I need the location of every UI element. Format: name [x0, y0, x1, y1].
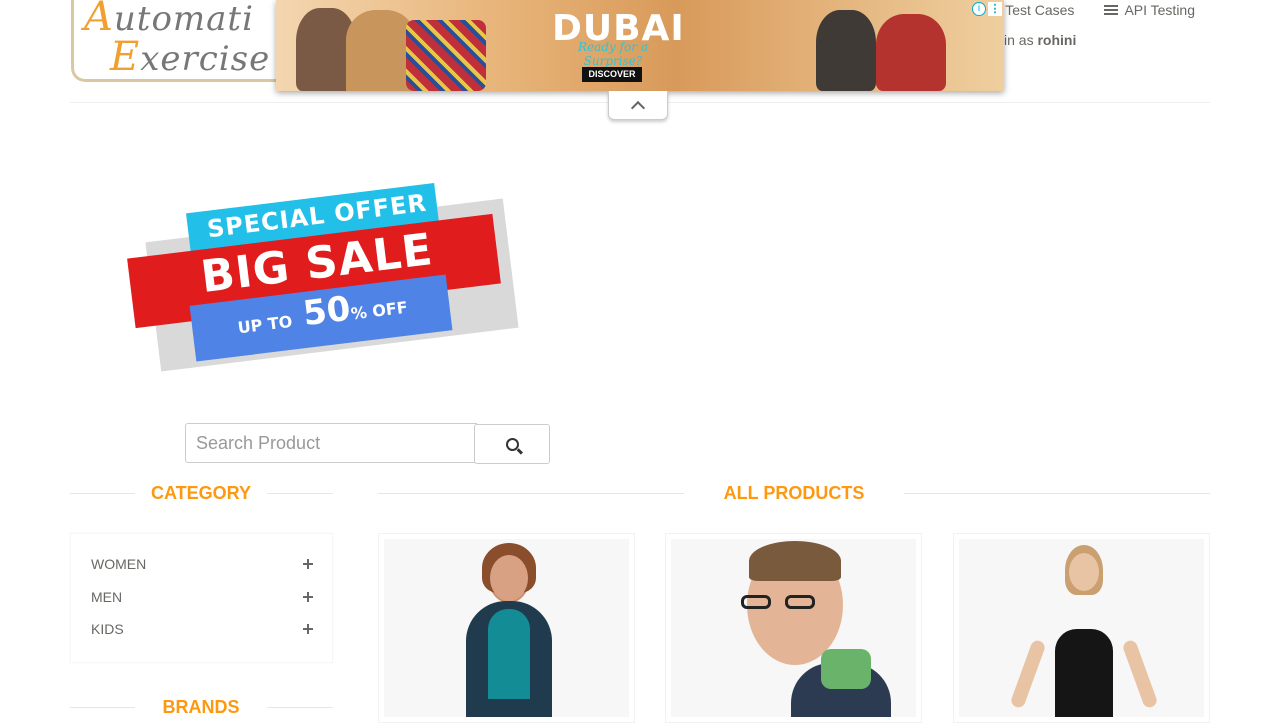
all-products-title: ALL PRODUCTS — [723, 483, 865, 503]
search-input[interactable] — [185, 423, 477, 463]
product-image[interactable] — [671, 539, 916, 717]
list-icon — [1104, 4, 1119, 16]
promo-banner: SPECIAL OFFER BIG SALE UP TO 50% OFF — [122, 180, 522, 372]
ad-banner[interactable]: DUBAI Ready for a Surprise? DISCOVER i ⋮ — [276, 0, 1004, 91]
chevron-up-icon — [630, 100, 646, 115]
category-panel: WOMEN MEN KIDS — [70, 533, 333, 663]
category-label: KIDS — [91, 621, 124, 637]
ad-person-man-icon — [816, 10, 876, 91]
nav-test-cases[interactable]: Test Cases — [1005, 0, 1074, 20]
category-item-men[interactable]: MEN — [91, 587, 313, 607]
ad-saddle-icon — [406, 20, 486, 91]
product-image[interactable] — [384, 539, 629, 717]
category-label: WOMEN — [91, 556, 147, 572]
username: rohini — [1037, 32, 1077, 48]
brands-title: BRANDS — [162, 697, 240, 717]
product-card[interactable] — [953, 533, 1210, 723]
product-card[interactable] — [665, 533, 922, 723]
site-logo[interactable]: Automati Exercise — [71, 0, 301, 82]
search-icon — [505, 437, 519, 451]
plus-icon[interactable] — [303, 624, 313, 634]
logged-in-status: in as rohini — [1004, 32, 1077, 48]
nav-test-cases-label: Test Cases — [1005, 2, 1075, 18]
nav-api-testing[interactable]: API Testing — [1104, 0, 1195, 20]
plus-icon[interactable] — [303, 592, 313, 602]
category-item-women[interactable]: WOMEN — [91, 554, 313, 574]
ad-collapse-button[interactable] — [608, 91, 668, 120]
ad-menu-icon[interactable]: ⋮ — [988, 2, 1002, 16]
category-title: CATEGORY — [150, 483, 251, 503]
top-nav: Test Cases API Testing — [1005, 0, 1195, 20]
nav-api-testing-label: API Testing — [1124, 2, 1195, 18]
ad-info-icon[interactable]: i — [972, 2, 986, 16]
plus-icon[interactable] — [303, 559, 313, 569]
category-item-kids[interactable]: KIDS — [91, 619, 313, 639]
category-label: MEN — [91, 589, 123, 605]
search-button[interactable] — [474, 424, 550, 464]
ad-person-woman-icon — [876, 14, 946, 91]
logo-line-2: Exercise — [110, 34, 271, 80]
ad-discover-button[interactable]: DISCOVER — [582, 67, 642, 82]
product-search — [185, 423, 550, 464]
ad-tagline: Ready for a Surprise? — [578, 40, 648, 68]
product-card[interactable] — [378, 533, 635, 723]
product-image[interactable] — [959, 539, 1204, 717]
